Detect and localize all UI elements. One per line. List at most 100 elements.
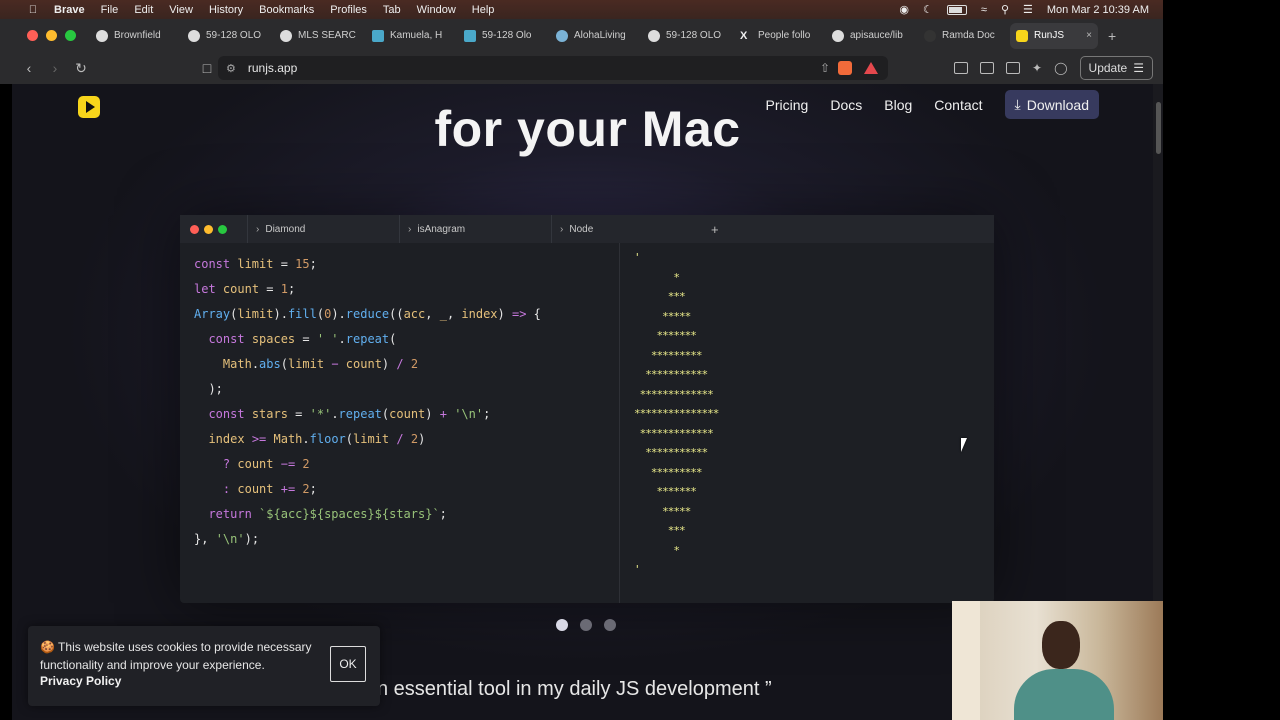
app-tab-node[interactable]: › Node [551,215,703,243]
close-window-button[interactable] [27,30,38,41]
app-tab-label: Node [569,223,594,235]
brave-shields-icon[interactable] [838,61,852,75]
new-tab-button[interactable]: + [1108,28,1116,44]
browser-tab[interactable]: Kamuela, H [366,23,458,49]
runjs-app-preview: › Diamond › isAnagram › Node + const limit … [180,215,994,603]
browser-tab[interactable]: AlohaLiving [550,23,642,49]
browser-tab[interactable]: 59-128 OLO [182,23,274,49]
site-settings-icon[interactable]: ⚙ [226,62,236,75]
browser-tab[interactable]: 59-128 Olo [458,23,550,49]
download-icon: ⤓ [1014,96,1021,112]
zoom-window-button[interactable] [65,30,76,41]
browser-tab[interactable]: apisauce/lib [826,23,918,49]
tab-label: Kamuela, H [390,30,443,41]
sidebar-icon[interactable] [980,62,995,74]
output-line: *************** [634,407,719,420]
carousel-dot[interactable] [580,619,592,631]
apple-icon[interactable]:  [26,4,40,16]
globe-favicon [648,29,660,42]
menu-help[interactable]: Help [472,4,495,16]
download-label: Download [1026,96,1089,113]
output-line: * [634,271,680,284]
chevron-right-icon: › [408,223,412,235]
app-tab-diamond[interactable]: › Diamond [247,215,399,243]
wifi-icon[interactable]: ≈ [981,4,987,16]
forward-icon[interactable]: › [42,60,68,76]
brave-rewards-icon[interactable] [864,62,878,74]
leo-ai-icon[interactable]: ✦ [1032,61,1042,75]
menu-window[interactable]: Window [417,4,456,16]
play-icon [85,101,95,113]
app-tab-bar: › Diamond › isAnagram › Node + [180,215,994,243]
share-icon[interactable]: ⇧ [820,61,830,75]
code-line: ); [194,382,223,396]
browser-tab[interactable]: 59-128 OLO [642,23,734,49]
tab-label: 59-128 OLO [666,30,722,41]
battery-icon[interactable] [946,4,967,15]
download-button[interactable]: ⤓ Download [1004,90,1099,119]
site-navigation: Pricing Docs Blog Contact ⤓ Download [766,90,1099,119]
moon-icon[interactable]: ☾ [923,3,933,16]
mouse-cursor-icon [961,438,973,452]
page-scrollbar-thumb[interactable] [1156,102,1161,154]
carousel-dot[interactable] [604,619,616,631]
chevron-right-icon: › [560,223,564,235]
nav-pricing[interactable]: Pricing [766,97,809,113]
status-globe-icon[interactable]: ◉ [899,3,909,16]
browser-tab[interactable]: X People follo [734,23,826,49]
output-line: ***** [634,505,691,518]
reader-mode-icon[interactable] [954,62,969,74]
nav-blog[interactable]: Blog [884,97,912,113]
menu-profiles[interactable]: Profiles [330,4,367,16]
minimize-window-button[interactable] [46,30,57,41]
app-tab-isanagram[interactable]: › isAnagram [399,215,551,243]
output-line: ******* [634,485,696,498]
bookmark-icon[interactable]: □ [194,60,220,76]
webcam-person-body [1014,669,1114,720]
output-line: ' [634,251,641,264]
spotlight-search-icon[interactable]: ⚲ [1001,3,1009,16]
cookie-message: 🍪 This website uses cookies to provide n… [40,640,312,672]
vpn-icon[interactable]: ◯ [1054,61,1067,75]
menu-view[interactable]: View [169,4,193,16]
cookie-ok-button[interactable]: OK [330,646,366,682]
reload-icon[interactable]: ↻ [68,60,94,77]
carousel-dot-active[interactable] [556,619,568,631]
output-line: ******* [634,329,696,342]
menu-app-brave[interactable]: Brave [54,4,85,16]
app-close-dot [190,224,199,234]
code-line: const spaces = ' '.repeat( [208,332,397,346]
menu-file[interactable]: File [101,4,119,16]
close-tab-icon[interactable]: × [1086,30,1092,41]
tab-label: Ramda Doc [942,30,995,41]
code-editor[interactable]: const limit = 15; let count = 1; Array(l… [180,243,620,603]
privacy-policy-link[interactable]: Privacy Policy [40,674,121,688]
browser-tab[interactable]: Ramda Doc [918,23,1010,49]
output-line: *** [634,290,686,303]
menu-edit[interactable]: Edit [134,4,153,16]
code-line: }, '\n'); [194,532,260,546]
menu-tab[interactable]: Tab [383,4,401,16]
menu-bar-clock[interactable]: Mon Mar 2 10:39 AM [1047,4,1149,16]
nav-docs[interactable]: Docs [830,97,862,113]
chevron-right-icon: › [256,223,260,235]
control-center-icon[interactable]: ☰ [1023,3,1033,16]
address-bar[interactable]: ⚙ runjs.app ⇧ [218,56,888,80]
wallet-icon[interactable] [1006,62,1021,74]
carousel-indicators [556,619,616,631]
nav-contact[interactable]: Contact [934,97,982,113]
menu-history[interactable]: History [209,4,243,16]
address-url[interactable]: runjs.app [248,61,297,75]
menu-bookmarks[interactable]: Bookmarks [259,4,314,16]
app-add-tab-icon[interactable]: + [711,222,719,237]
browser-tab[interactable]: MLS SEARC [274,23,366,49]
back-icon[interactable]: ‹ [16,60,42,76]
output-line: *********** [634,368,708,381]
update-button[interactable]: Update ☰ [1079,56,1153,80]
browser-tab[interactable]: Brownfield [90,23,182,49]
ramda-favicon [924,29,936,42]
browser-tab-active[interactable]: RunJS × [1010,22,1098,49]
code-output: ' * *** ***** ******* ********* ********… [620,243,994,603]
runjs-logo[interactable] [78,96,100,118]
output-line: ' [634,563,641,576]
